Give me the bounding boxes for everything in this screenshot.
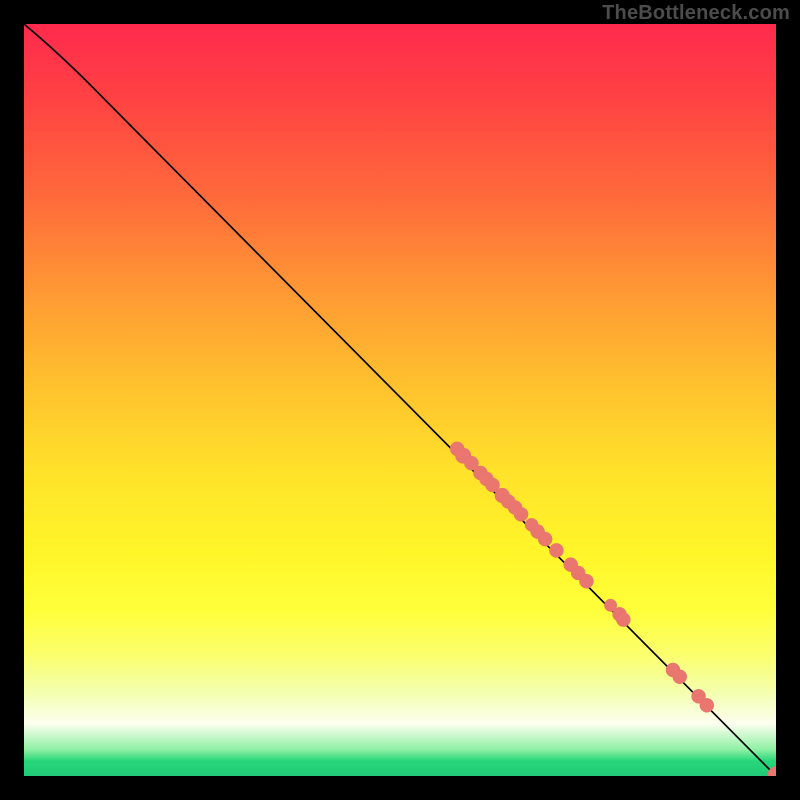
data-point bbox=[616, 613, 630, 627]
plot-area bbox=[24, 24, 776, 776]
data-point bbox=[579, 574, 593, 588]
data-point bbox=[514, 507, 528, 521]
chart-svg bbox=[24, 24, 776, 776]
data-point bbox=[538, 532, 552, 546]
chart-frame: TheBottleneck.com bbox=[0, 0, 800, 800]
data-point bbox=[673, 670, 687, 684]
curve-line bbox=[24, 24, 776, 776]
data-point bbox=[549, 543, 563, 557]
attribution-label: TheBottleneck.com bbox=[602, 2, 790, 25]
data-point bbox=[768, 766, 776, 776]
data-point bbox=[700, 698, 714, 712]
